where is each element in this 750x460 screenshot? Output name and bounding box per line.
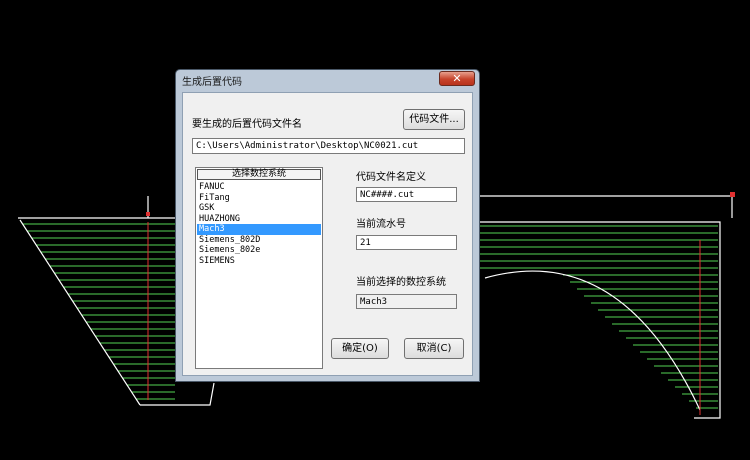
list-item[interactable]: FANUC (197, 182, 321, 193)
ok-button[interactable]: 确定(O) (331, 338, 389, 359)
serial-label: 当前流水号 (356, 219, 406, 230)
list-item[interactable]: HUAZHONG (197, 214, 321, 225)
cancel-button[interactable]: 取消(C) (404, 338, 464, 359)
list-item[interactable]: GSK (197, 203, 321, 214)
close-icon: ✕ (452, 72, 462, 85)
list-item[interactable]: Mach3 (197, 224, 321, 235)
list-item[interactable]: Siemens_802e (197, 245, 321, 256)
list-item[interactable]: SIEMENS (197, 256, 321, 267)
hatch-lines-right (480, 225, 718, 409)
dialog-title: 生成后置代码 (182, 77, 242, 88)
name-def-input[interactable]: NC####.cut (356, 187, 457, 202)
list-item[interactable]: FiTang (197, 193, 321, 204)
generate-post-code-dialog: 生成后置代码 ✕ 要生成的后置代码文件名 代码文件... C:\Users\Ad… (175, 69, 480, 382)
current-system-label: 当前选择的数控系统 (356, 277, 446, 288)
code-file-button[interactable]: 代码文件... (403, 109, 465, 130)
filename-label: 要生成的后置代码文件名 (192, 119, 302, 130)
close-button[interactable]: ✕ (439, 71, 475, 86)
dialog-titlebar[interactable]: 生成后置代码 ✕ (176, 70, 479, 90)
dialog-client-area: 要生成的后置代码文件名 代码文件... C:\Users\Administrat… (182, 92, 473, 376)
list-item[interactable]: Siemens_802D (197, 235, 321, 246)
file-path-input[interactable]: C:\Users\Administrator\Desktop\NC0021.cu… (192, 138, 465, 154)
current-system-display: Mach3 (356, 294, 457, 309)
serial-input[interactable]: 21 (356, 235, 457, 250)
name-def-label: 代码文件名定义 (356, 172, 426, 183)
cnc-system-list[interactable]: 选择数控系统 FANUC FiTang GSK HUAZHONG Mach3 Siemen… (195, 167, 323, 369)
hatch-lines-left (22, 223, 175, 400)
list-header: 选择数控系统 (197, 169, 321, 180)
